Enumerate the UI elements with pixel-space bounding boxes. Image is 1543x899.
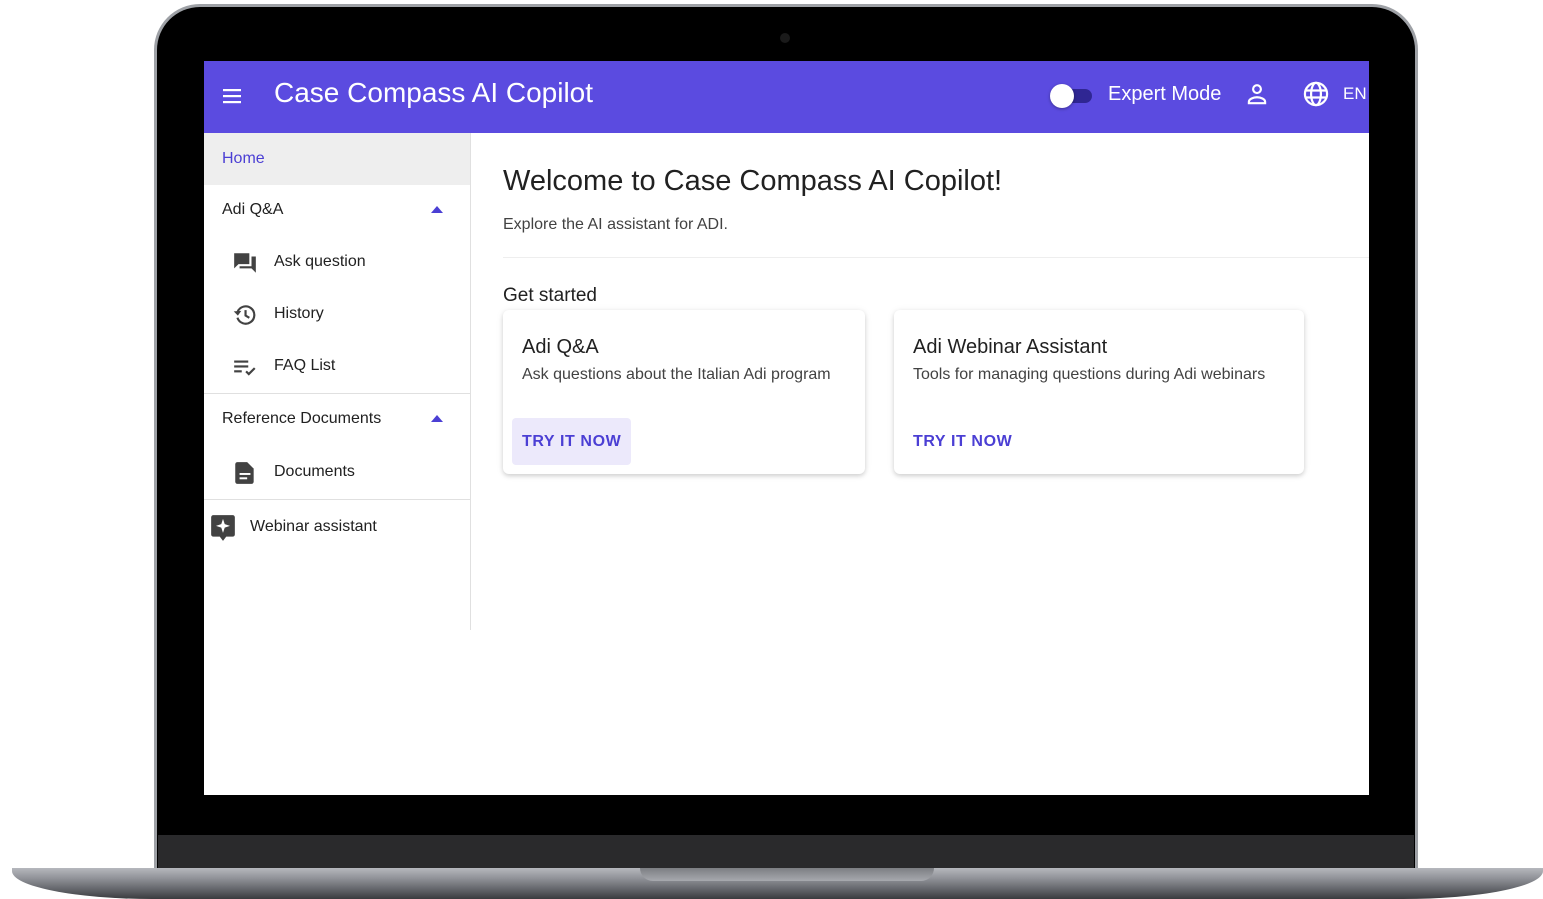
sidebar-item-label: Ask question <box>274 253 366 270</box>
sidebar-item-label: Documents <box>274 463 355 480</box>
language-label[interactable]: EN <box>1343 83 1367 105</box>
sidebar-item-home[interactable]: Home <box>204 133 470 185</box>
card-description: Ask questions about the Italian Adi prog… <box>522 366 831 383</box>
camera <box>780 33 790 43</box>
section-title: Get started <box>503 285 597 306</box>
content-divider <box>503 257 1369 258</box>
globe-icon[interactable] <box>1302 80 1330 108</box>
sidebar-item-webinar-assistant[interactable]: Webinar assistant <box>204 500 470 552</box>
card-title: Adi Q&A <box>522 336 599 358</box>
sidebar-item-faq-list[interactable]: FAQ List <box>204 340 470 392</box>
document-icon <box>235 462 254 484</box>
sidebar-item-ask-question[interactable]: Ask question <box>204 236 470 288</box>
sidebar-item-history[interactable]: History <box>204 288 470 340</box>
sidebar-item-documents[interactable]: Documents <box>204 446 470 498</box>
expert-mode-label: Expert Mode <box>1108 83 1222 105</box>
toggle-knob <box>1050 84 1074 108</box>
webinar-icon <box>211 515 235 541</box>
sidebar-group-label: Adi Q&A <box>222 201 284 218</box>
menu-icon[interactable] <box>220 84 244 108</box>
card-description: Tools for managing questions during Adi … <box>913 366 1266 383</box>
main-content: Welcome to Case Compass AI Copilot! Expl… <box>471 133 1369 795</box>
card-adi-qa: Adi Q&A Ask questions about the Italian … <box>503 310 865 474</box>
app-bar: Case Compass AI Copilot Expert Mode EN <box>204 61 1369 133</box>
sidebar-group-adi-qa[interactable]: Adi Q&A <box>204 185 470 235</box>
page-subtitle: Explore the AI assistant for ADI. <box>503 216 728 233</box>
card-title: Adi Webinar Assistant <box>913 336 1108 358</box>
try-it-now-button[interactable]: TRY IT NOW <box>512 418 632 465</box>
sidebar: Home Adi Q&A Ask question History FAQ Li… <box>204 133 471 630</box>
account-icon[interactable] <box>1244 81 1270 107</box>
laptop-bezel <box>158 835 1414 872</box>
card-adi-webinar-assistant: Adi Webinar Assistant Tools for managing… <box>894 310 1304 474</box>
sidebar-group-label: Reference Documents <box>222 410 382 427</box>
app-screen: Case Compass AI Copilot Expert Mode EN H… <box>204 61 1369 795</box>
app-title: Case Compass AI Copilot <box>274 77 594 108</box>
history-icon <box>233 305 256 325</box>
checklist-icon <box>234 360 256 376</box>
caret-up-icon <box>431 415 443 422</box>
caret-up-icon <box>431 206 443 213</box>
forum-icon <box>234 253 256 273</box>
page-title: Welcome to Case Compass AI Copilot! <box>503 165 1003 197</box>
sidebar-item-label: Home <box>222 150 265 167</box>
sidebar-item-label: FAQ List <box>274 357 336 374</box>
sidebar-item-label: History <box>274 305 324 322</box>
laptop-notch <box>640 868 934 881</box>
sidebar-group-reference-documents[interactable]: Reference Documents <box>204 394 470 444</box>
sidebar-item-label: Webinar assistant <box>250 518 377 535</box>
expert-mode-toggle[interactable] <box>1050 83 1094 109</box>
try-it-now-button[interactable]: TRY IT NOW <box>903 418 1022 465</box>
